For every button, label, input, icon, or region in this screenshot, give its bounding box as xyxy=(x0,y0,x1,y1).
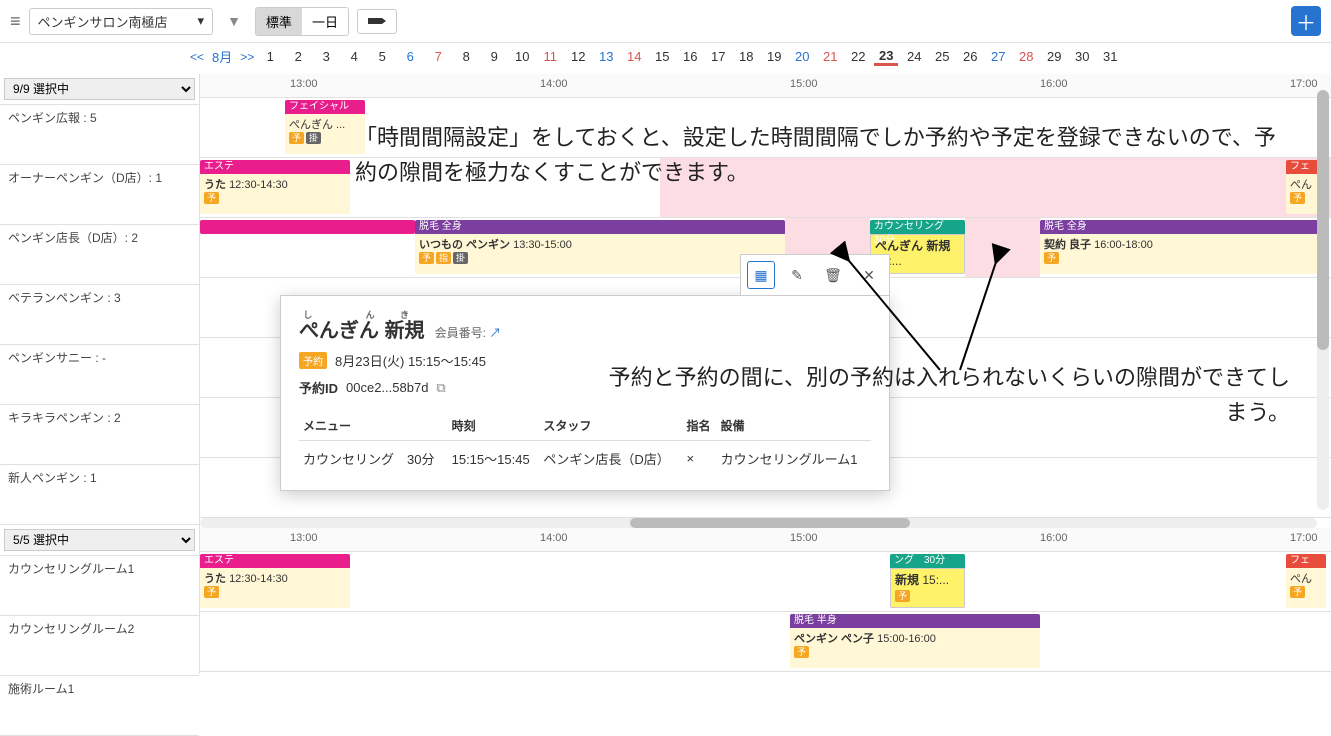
reservation-datetime: 予約 8月23日(火) 15:15～15:45 xyxy=(299,351,871,370)
h-scrollbar-thumb[interactable] xyxy=(630,518,910,528)
popup-toolbar: ▦ ✎ 🗑 ✕ xyxy=(740,254,890,295)
day-4[interactable]: 4 xyxy=(342,49,366,64)
event[interactable]: 脱毛 半身 ペンギン ペン子 15:00-16:00予 xyxy=(790,614,1040,668)
view-day-button[interactable]: 一日 xyxy=(302,8,348,35)
copy-icon[interactable]: ⧉ xyxy=(436,380,445,396)
timeline-row[interactable]: 脱毛 全身 いつもの ペンギン 13:30-15:00 脱毛 全身 契約 良子 … xyxy=(200,672,1331,674)
day-28[interactable]: 28 xyxy=(1014,49,1038,64)
store-selector[interactable]: ペンギンサロン南極店 ▾ xyxy=(29,8,214,35)
staff-filter-select[interactable]: 9/9 選択中 xyxy=(4,78,195,100)
event[interactable]: エステ うた 12:30-14:30予 xyxy=(200,554,350,608)
room-filter-select[interactable]: 5/5 選択中 xyxy=(4,529,195,551)
delete-icon[interactable]: 🗑 xyxy=(819,261,847,289)
day-25[interactable]: 25 xyxy=(930,49,954,64)
date-nav: << 8月 >> 1234567891011121314151617181920… xyxy=(0,43,1331,74)
time-ruler: 13:00 14:00 15:00 16:00 17:00 xyxy=(200,528,1331,552)
room-row[interactable]: 施術ルーム1 xyxy=(0,676,199,736)
customer-name: ぺんぎんし ん 新規き 会員番号: ↗ xyxy=(299,310,871,343)
unavailable-block xyxy=(660,158,1331,217)
next-month[interactable]: >> xyxy=(240,50,254,64)
event[interactable]: 脱毛 全身 いつもの ペンギン 13:30-15:00 予指掛 xyxy=(415,220,785,274)
staff-row[interactable]: ペンギン広報 : 5 xyxy=(0,105,199,165)
day-30[interactable]: 30 xyxy=(1070,49,1094,64)
day-31[interactable]: 31 xyxy=(1098,49,1122,64)
timeline-row[interactable]: エステ うた 12:30-14:30 予 フェ ぺん予 xyxy=(200,158,1331,218)
event[interactable]: ング 30分 新規 15:...予 xyxy=(890,554,965,608)
day-20[interactable]: 20 xyxy=(790,49,814,64)
external-link-icon[interactable]: ↗ xyxy=(489,326,501,340)
day-19[interactable]: 19 xyxy=(762,49,786,64)
day-21[interactable]: 21 xyxy=(818,49,842,64)
event[interactable]: フェ ぺん予 xyxy=(1286,554,1326,608)
filter-icon[interactable]: ▼ xyxy=(221,13,247,29)
day-5[interactable]: 5 xyxy=(370,49,394,64)
day-7[interactable]: 7 xyxy=(426,49,450,64)
day-17[interactable]: 17 xyxy=(706,49,730,64)
day-23[interactable]: 23 xyxy=(874,48,898,66)
day-24[interactable]: 24 xyxy=(902,49,926,64)
sidebar: 9/9 選択中 ペンギン広報 : 5オーナーペンギン（D店）: 1ペンギン店長（… xyxy=(0,74,200,674)
event[interactable]: フェイシャル ぺんぎん ... 予掛 xyxy=(285,100,365,154)
month-label[interactable]: 8月 xyxy=(212,47,232,66)
day-8[interactable]: 8 xyxy=(454,49,478,64)
reservation-id: 予約ID 00ce2...58b7d ⧉ xyxy=(299,378,871,397)
menu-icon[interactable]: ≡ xyxy=(10,11,21,32)
day-11[interactable]: 11 xyxy=(538,49,562,64)
time-ruler: 13:00 14:00 15:00 16:00 17:00 xyxy=(200,74,1331,98)
view-mode-group: 標準 一日 xyxy=(255,7,349,36)
day-18[interactable]: 18 xyxy=(734,49,758,64)
staff-row[interactable]: オーナーペンギン（D店）: 1 xyxy=(0,165,199,225)
v-scrollbar-thumb[interactable] xyxy=(1317,90,1329,350)
timeline-row[interactable]: 脱毛 半身 ペンギン ペン子 15:00-16:00予 xyxy=(200,612,1331,672)
room-row[interactable]: カウンセリングルーム2 xyxy=(0,616,199,676)
staff-row[interactable]: ベテランペンギン : 3 xyxy=(0,285,199,345)
day-27[interactable]: 27 xyxy=(986,49,1010,64)
reservation-popup: ▦ ✎ 🗑 ✕ ぺんぎんし ん 新規き 会員番号: ↗ 予約 8月23日(火) … xyxy=(280,295,890,491)
day-6[interactable]: 6 xyxy=(398,49,422,64)
staff-row[interactable]: キラキラペンギン : 2 xyxy=(0,405,199,465)
room-row[interactable]: カウンセリングルーム1 xyxy=(0,556,199,616)
prev-month[interactable]: << xyxy=(190,50,204,64)
timeline-row[interactable]: エステ うた 12:30-14:30予 ング 30分 新規 15:...予 フェ… xyxy=(200,552,1331,612)
v-scrollbar[interactable] xyxy=(1317,90,1329,510)
view-standard-button[interactable]: 標準 xyxy=(256,8,302,35)
day-12[interactable]: 12 xyxy=(566,49,590,64)
day-14[interactable]: 14 xyxy=(622,49,646,64)
h-scrollbar[interactable] xyxy=(200,518,1317,528)
day-10[interactable]: 10 xyxy=(510,49,534,64)
day-16[interactable]: 16 xyxy=(678,49,702,64)
marker-icon xyxy=(368,14,386,26)
day-26[interactable]: 26 xyxy=(958,49,982,64)
store-name: ペンギンサロン南極店 xyxy=(38,12,168,31)
add-button[interactable]: ＋ xyxy=(1291,6,1321,36)
day-2[interactable]: 2 xyxy=(286,49,310,64)
toolbar: ≡ ペンギンサロン南極店 ▾ ▼ 標準 一日 ＋ xyxy=(0,0,1331,43)
chevron-down-icon: ▾ xyxy=(198,13,205,29)
staff-row[interactable]: ペンギン店長（D店）: 2 xyxy=(0,225,199,285)
reservation-details-table: メニュー 時刻 スタッフ 指名 設備 カウンセリング 30分 15:15～15:… xyxy=(299,411,871,476)
event[interactable]: エステ うた 12:30-14:30 予 xyxy=(200,160,350,214)
edit-icon[interactable]: ✎ xyxy=(783,261,811,289)
gap-highlight xyxy=(965,218,1040,277)
close-icon[interactable]: ✕ xyxy=(855,261,883,289)
grid-view-icon[interactable]: ▦ xyxy=(747,261,775,289)
day-29[interactable]: 29 xyxy=(1042,49,1066,64)
day-9[interactable]: 9 xyxy=(482,49,506,64)
event[interactable]: 脱毛 全身 契約 良子 16:00-18:00 予 xyxy=(1040,220,1320,274)
day-3[interactable]: 3 xyxy=(314,49,338,64)
day-13[interactable]: 13 xyxy=(594,49,618,64)
day-1[interactable]: 1 xyxy=(258,49,282,64)
day-22[interactable]: 22 xyxy=(846,49,870,64)
staff-row[interactable]: ペンギンサニー : - xyxy=(0,345,199,405)
highlight-tool-button[interactable] xyxy=(357,9,397,34)
timeline-row[interactable]: フェイシャル ぺんぎん ... 予掛 xyxy=(200,98,1331,158)
staff-row[interactable]: 新人ペンギン : 1 xyxy=(0,465,199,525)
table-row: カウンセリング 30分 15:15～15:45 ペンギン店長（D店） × カウン… xyxy=(299,441,871,477)
event-bar[interactable] xyxy=(200,220,415,234)
day-15[interactable]: 15 xyxy=(650,49,674,64)
